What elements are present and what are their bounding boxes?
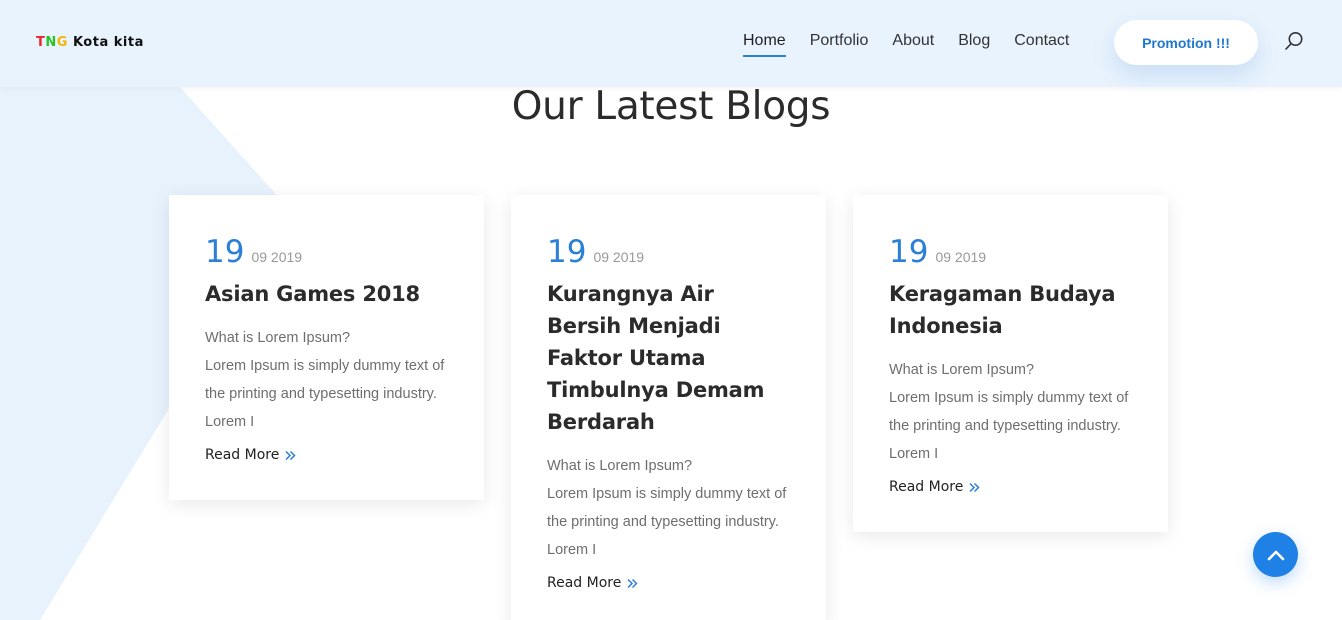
blog-card: 19 09 2019 Asian Games 2018 What is Lore… <box>169 195 484 500</box>
post-excerpt: What is Lorem Ipsum? Lorem Ipsum is simp… <box>205 324 448 436</box>
read-more-link[interactable]: Read More <box>889 479 980 495</box>
read-more-label: Read More <box>547 575 622 591</box>
post-title[interactable]: Asian Games 2018 <box>205 278 448 310</box>
nav-item-blog[interactable]: Blog <box>958 32 990 57</box>
post-date-day: 19 <box>889 234 929 270</box>
post-excerpt-text: Lorem Ipsum is simply dummy text of the … <box>205 358 445 430</box>
double-chevron-right-icon <box>285 450 296 460</box>
post-date-day: 19 <box>205 234 245 270</box>
site-header: TNG Kota kita Home Portfolio About Blog … <box>0 0 1342 87</box>
post-excerpt-text: Lorem Ipsum is simply dummy text of the … <box>889 390 1129 462</box>
logo-letter-t: T <box>36 35 46 50</box>
logo-text: Kota kita <box>67 35 144 50</box>
blog-card: 19 09 2019 Keragaman Budaya Indonesia Wh… <box>853 195 1168 532</box>
post-date: 19 09 2019 <box>889 237 1132 268</box>
nav-item-home[interactable]: Home <box>743 32 786 57</box>
post-excerpt-question: What is Lorem Ipsum? <box>547 458 693 474</box>
post-date-day: 19 <box>547 234 587 270</box>
site-logo[interactable]: TNG Kota kita <box>36 35 144 50</box>
logo-letter-n: N <box>45 35 57 50</box>
search-icon[interactable] <box>1284 31 1304 51</box>
blog-card: 19 09 2019 Kurangnya Air Bersih Menjadi … <box>511 195 826 620</box>
nav-item-contact[interactable]: Contact <box>1014 32 1069 57</box>
chevron-up-icon <box>1267 550 1284 560</box>
double-chevron-right-icon <box>627 578 638 588</box>
post-date-month-year: 09 2019 <box>593 249 645 265</box>
logo-letter-g: G <box>56 35 68 50</box>
read-more-label: Read More <box>889 479 964 495</box>
section-title: Our Latest Blogs <box>511 84 831 129</box>
double-chevron-right-icon <box>969 482 980 492</box>
post-excerpt: What is Lorem Ipsum? Lorem Ipsum is simp… <box>889 356 1132 468</box>
page: TNG Kota kita Home Portfolio About Blog … <box>0 0 1342 620</box>
nav-item-about[interactable]: About <box>892 32 934 57</box>
scroll-to-top-button[interactable] <box>1253 532 1298 577</box>
post-date: 19 09 2019 <box>547 237 790 268</box>
post-excerpt-question: What is Lorem Ipsum? <box>889 362 1035 378</box>
post-date-month-year: 09 2019 <box>935 249 987 265</box>
read-more-label: Read More <box>205 447 280 463</box>
post-excerpt-text: Lorem Ipsum is simply dummy text of the … <box>547 486 787 558</box>
post-title[interactable]: Kurangnya Air Bersih Menjadi Faktor Utam… <box>547 278 790 438</box>
post-date: 19 09 2019 <box>205 237 448 268</box>
post-title[interactable]: Keragaman Budaya Indonesia <box>889 278 1132 342</box>
main-nav: Home Portfolio About Blog Contact <box>743 32 1069 57</box>
nav-item-portfolio[interactable]: Portfolio <box>810 32 869 57</box>
post-date-month-year: 09 2019 <box>251 249 303 265</box>
promotion-button[interactable]: Promotion !!! <box>1114 20 1258 65</box>
read-more-link[interactable]: Read More <box>547 575 638 591</box>
post-excerpt: What is Lorem Ipsum? Lorem Ipsum is simp… <box>547 452 790 564</box>
read-more-link[interactable]: Read More <box>205 447 296 463</box>
post-excerpt-question: What is Lorem Ipsum? <box>205 330 351 346</box>
